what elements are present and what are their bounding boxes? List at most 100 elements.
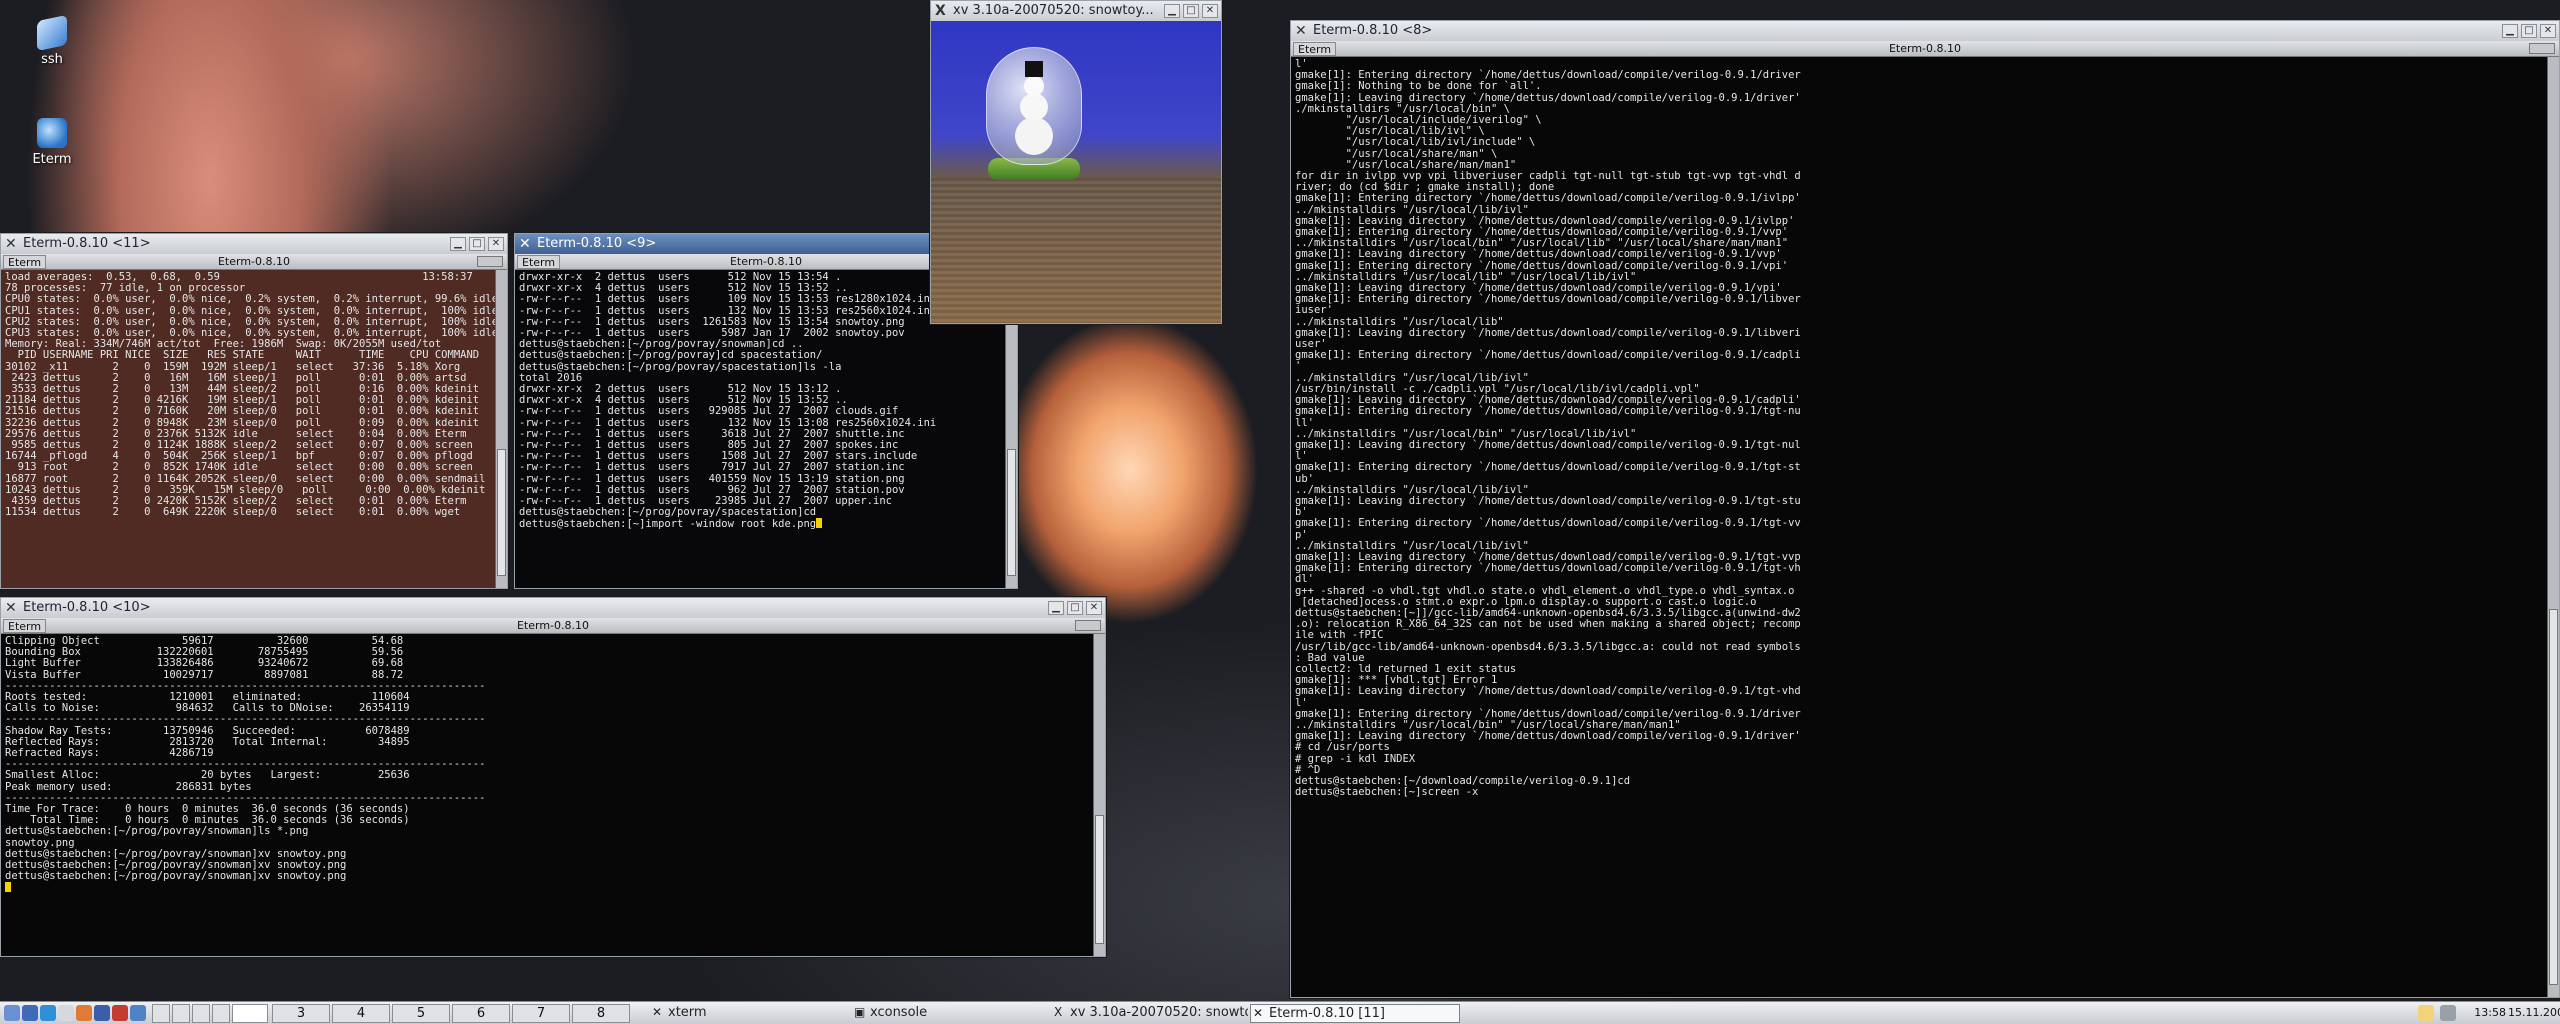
minimize-button[interactable]: ▁: [450, 237, 466, 251]
maximize-button[interactable]: □: [1067, 601, 1083, 615]
window-eterm-build[interactable]: ✕ Eterm-0.8.10 <8> ▁ □ ✕ Eterm Eterm-0.8…: [1290, 20, 2560, 998]
desktop-button-5[interactable]: 5: [392, 1004, 450, 1023]
terminal-line: ----------------------------------------…: [5, 713, 486, 726]
window-titlebar[interactable]: ✕ Eterm-0.8.10 <11> ▁ □ ✕: [1, 234, 507, 254]
terminal-output[interactable]: l' gmake[1]: Entering directory `/home/de…: [1291, 57, 2547, 997]
desktop-button-6[interactable]: 6: [452, 1004, 510, 1023]
clock-date[interactable]: 15.11.2009: [2508, 1007, 2560, 1018]
window-xv[interactable]: X xv 3.10a-20070520: snowtoy... ▁ □ ✕: [930, 0, 1222, 324]
network-icon[interactable]: [94, 1005, 110, 1021]
terminal-line: gmake[1]: Leaving directory `/home/dettu…: [1295, 438, 1801, 451]
scrollbar[interactable]: [2547, 57, 2559, 997]
desktop-button-3[interactable]: 3: [272, 1004, 330, 1023]
task-eterm-11[interactable]: ✕ Eterm-0.8.10 [11]: [1250, 1004, 1460, 1023]
window-eterm-top[interactable]: ✕ Eterm-0.8.10 <11> ▁ □ ✕ Eterm Eterm-0.…: [0, 233, 508, 589]
start-menu-icon[interactable]: [4, 1005, 20, 1021]
menubar-title: Eterm-0.8.10: [217, 255, 291, 268]
terminal-line: dettus@staebchen:[~/prog/povray/snowman]…: [5, 825, 309, 838]
maximize-button[interactable]: □: [2521, 24, 2537, 38]
maximize-button[interactable]: □: [469, 237, 485, 251]
snowman-torso: [1020, 93, 1048, 121]
x-logo-icon[interactable]: ✕: [5, 237, 19, 251]
disk-icon[interactable]: [58, 1005, 74, 1021]
task-label: xterm: [668, 1005, 707, 1020]
task-label: xconsole: [870, 1005, 928, 1020]
terminal-line: 913 root 2 0 852K 1740K idle select 0:00…: [5, 461, 473, 474]
terminal-line: .o): relocation R_X86_64_32S can not be …: [1295, 618, 1801, 631]
xv-icon: X: [1054, 1005, 1063, 1019]
minimize-button[interactable]: ▁: [2502, 24, 2518, 38]
desktop-pager-1[interactable]: [152, 1004, 170, 1023]
desktop-button-8[interactable]: 8: [572, 1004, 630, 1023]
window-titlebar[interactable]: ✕ Eterm-0.8.10 <8> ▁ □ ✕: [1291, 21, 2559, 41]
minimize-button[interactable]: ▁: [1164, 4, 1180, 18]
terminal-line: PID USERNAME PRI NICE SIZE RES STATE WAI…: [5, 349, 480, 362]
terminal-launcher-icon[interactable]: [130, 1005, 146, 1021]
scrollbar-thumb[interactable]: [1095, 815, 1104, 944]
scrollbar-thumb[interactable]: [497, 448, 506, 576]
desktop-button-7[interactable]: 7: [512, 1004, 570, 1023]
task-xterm[interactable]: ✕ xterm: [650, 1004, 850, 1023]
terminal-line: dettus@staebchen:[~]import -window root …: [519, 518, 1001, 530]
snowglobe-image[interactable]: [931, 21, 1221, 323]
terminal-line: gmake[1]: Nothing to be done for `all'.: [1295, 80, 1542, 93]
window-eterm-povray[interactable]: ✕ Eterm-0.8.10 <10> ▁ □ ✕ Eterm Eterm-0.…: [0, 597, 1106, 957]
terminal-line: -rw-r--r-- 1 dettus users 7917 Jul 27 20…: [519, 461, 905, 474]
menubar-minimize-box[interactable]: [477, 256, 503, 267]
desktop-icon-ssh[interactable]: ssh: [22, 14, 82, 67]
close-button[interactable]: ✕: [488, 237, 504, 251]
red-app-icon[interactable]: [112, 1005, 128, 1021]
terminal-line: dettus@staebchen:[~/prog/povray/spacesta…: [519, 506, 817, 519]
terminal-line: gmake[1]: Entering directory `/home/dett…: [1295, 192, 1801, 205]
task-xv[interactable]: X xv 3.10a-20070520: snowto...: [1052, 1004, 1248, 1023]
terminal-line: gmake[1]: Leaving directory `/home/dettu…: [1295, 494, 1801, 507]
terminal-line: -rw-r--r-- 1 dettus users 109 Nov 15 13:…: [519, 293, 937, 306]
desktop-icon[interactable]: [22, 1005, 38, 1021]
menubar-minimize-box[interactable]: [2529, 43, 2555, 54]
terminal-line: iuser': [1295, 304, 1333, 317]
task-xconsole[interactable]: ▣ xconsole: [852, 1004, 1042, 1023]
maximize-button[interactable]: □: [1183, 4, 1199, 18]
terminal-output[interactable]: load averages: 0.53, 0.68, 0.59 13:58:37…: [1, 270, 495, 588]
terminal-line: CPU0 states: 0.0% user, 0.0% nice, 0.2% …: [5, 293, 495, 306]
minimize-button[interactable]: ▁: [1048, 601, 1064, 615]
desktop-pager-4[interactable]: [212, 1004, 230, 1023]
clipboard-icon[interactable]: [2418, 1005, 2434, 1021]
desktop-button-4[interactable]: 4: [332, 1004, 390, 1023]
scrollbar-thumb[interactable]: [1007, 448, 1016, 576]
window-titlebar[interactable]: ✕ Eterm-0.8.10 <10> ▁ □ ✕: [1, 598, 1105, 618]
terminal-line: -rw-r--r-- 1 dettus users 929085 Jul 27 …: [519, 405, 899, 418]
home-icon[interactable]: [76, 1005, 92, 1021]
desktop-pager-3[interactable]: [192, 1004, 210, 1023]
x-logo-icon[interactable]: ✕: [1295, 24, 1309, 38]
x-logo-icon[interactable]: ✕: [519, 237, 533, 251]
clock-time[interactable]: 13:58: [2470, 1007, 2506, 1018]
terminal-line: gmake[1]: Entering directory `/home/dett…: [1295, 517, 1801, 530]
terminal-line: 11534 dettus 2 0 649K 2220K sleep/0 sele…: [5, 506, 461, 519]
x-logo-icon[interactable]: ✕: [5, 601, 19, 615]
terminal-line: ile with -fPIC: [1295, 629, 1384, 642]
terminal-line: Smallest Alloc: 20 bytes Largest: 25636: [5, 769, 410, 782]
desktop-pager-current[interactable]: [232, 1004, 268, 1023]
desktop-icon-eterm[interactable]: Eterm: [22, 118, 82, 167]
close-button[interactable]: ✕: [2540, 24, 2556, 38]
close-button[interactable]: ✕: [1202, 4, 1218, 18]
terminal-line: gmake[1]: Leaving directory `/home/dettu…: [1295, 685, 1801, 698]
window-titlebar[interactable]: X xv 3.10a-20070520: snowtoy... ▁ □ ✕: [931, 1, 1221, 21]
scrollbar-thumb[interactable]: [2549, 609, 2558, 985]
menubar-minimize-box[interactable]: [1075, 620, 1101, 631]
close-button[interactable]: ✕: [1086, 601, 1102, 615]
scrollbar[interactable]: [495, 270, 507, 588]
terminal-line: dettus@staebchen:[~]screen -x: [1295, 786, 1479, 799]
xv-icon[interactable]: X: [935, 4, 949, 18]
scrollbar[interactable]: [1093, 634, 1105, 956]
desktop-pager-2[interactable]: [172, 1004, 190, 1023]
speaker-icon[interactable]: [2440, 1005, 2456, 1021]
terminal-line: Light Buffer 133826486 93240672 69.68: [5, 657, 404, 670]
terminal-line: /usr/lib/gcc-lib/amd64-unknown-openbsd4.…: [1295, 640, 1801, 653]
browser-icon[interactable]: [40, 1005, 56, 1021]
terminal-line: dettus@staebchen:[~/prog/povray]cd space…: [519, 349, 823, 362]
terminal-output[interactable]: Clipping Object 59617 32600 54.68 Boundin…: [1, 634, 1093, 956]
terminal-line: gmake[1]: Leaving directory `/home/dettu…: [1295, 730, 1801, 743]
window-title: Eterm-0.8.10 <10>: [23, 600, 151, 615]
